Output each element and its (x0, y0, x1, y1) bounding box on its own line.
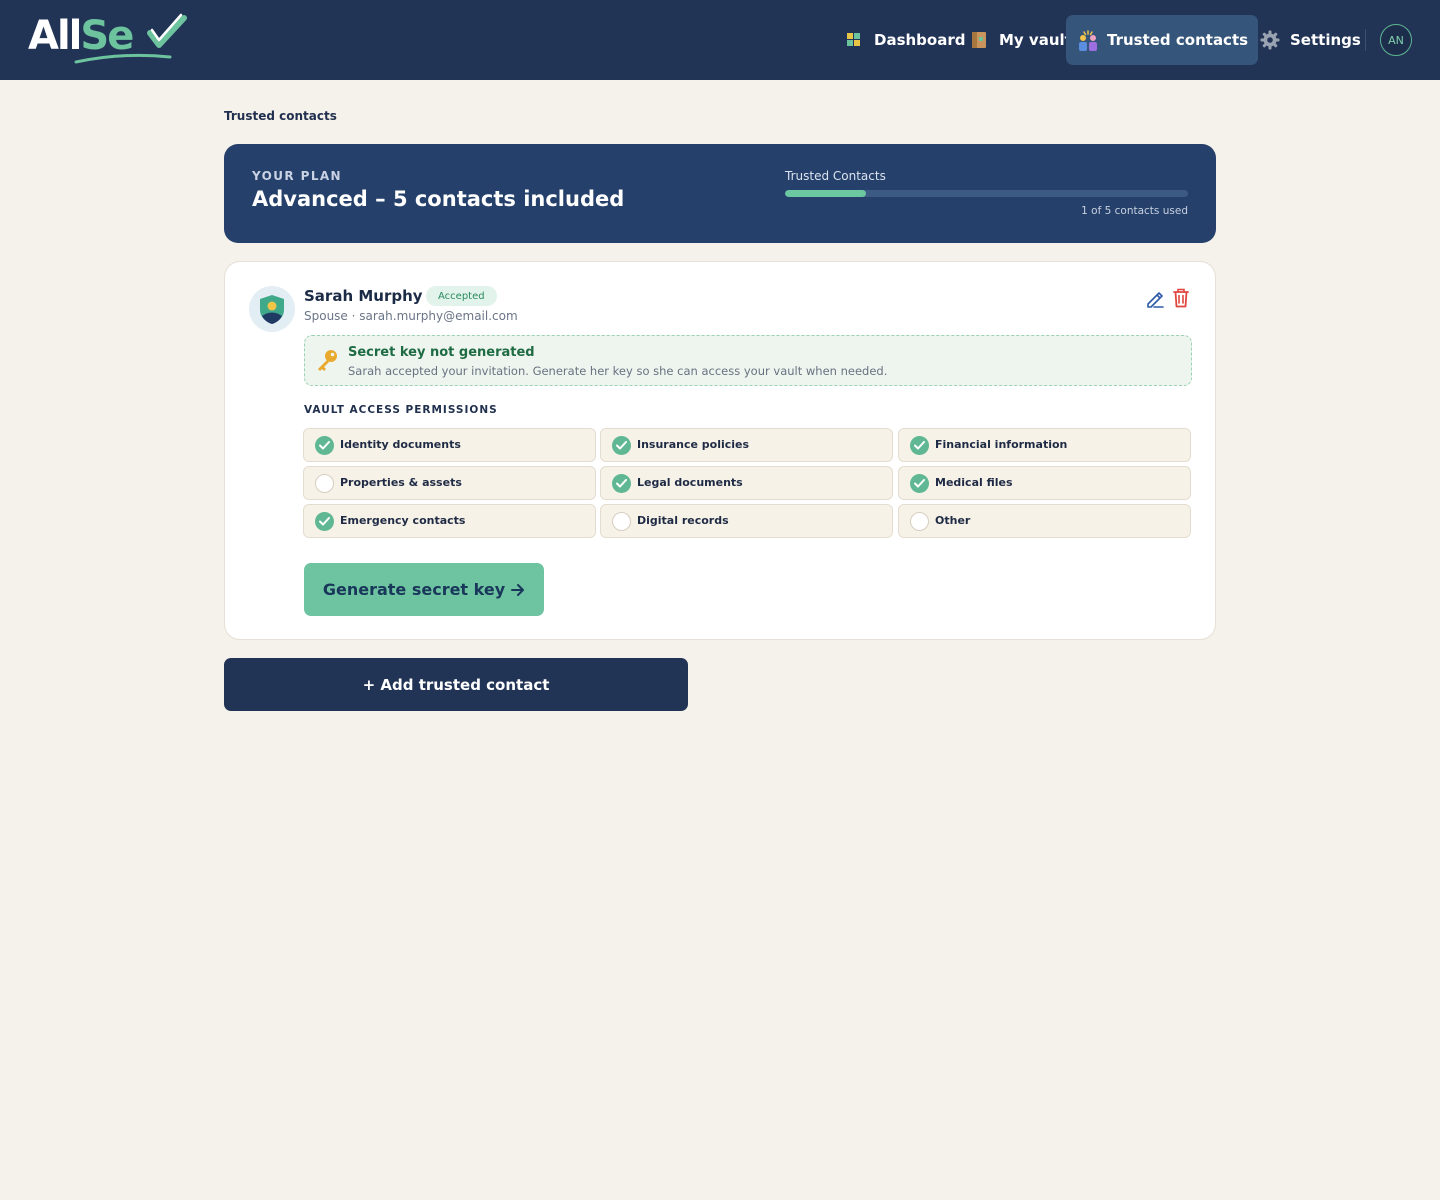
user-avatar[interactable]: AN (1380, 24, 1412, 56)
permission-label: Insurance policies (637, 438, 750, 451)
checkbox-other[interactable] (910, 512, 929, 531)
nav-my-vault[interactable]: My vault (968, 15, 1072, 65)
logo-check-icon (74, 13, 187, 64)
dashboard-icon (843, 29, 865, 51)
top-bar: AllSe Dashboard My vault Trusted contact… (0, 0, 1440, 80)
permission-emergency-contacts[interactable]: Emergency contacts (303, 504, 596, 538)
check-icon (914, 441, 925, 450)
nav-divider (1365, 29, 1366, 51)
permission-label: Other (935, 514, 971, 527)
gear-icon (1259, 29, 1281, 51)
notice-title: Secret key not generated (348, 345, 535, 360)
permission-digital-records[interactable]: Digital records (600, 504, 893, 538)
nav-dashboard-label: Dashboard (874, 31, 966, 49)
permission-label: Financial information (935, 438, 1068, 451)
contact-meta: Spouse · sarah.murphy@email.com (304, 309, 518, 323)
secret-key-notice: Secret key not generated Sarah accepted … (304, 335, 1192, 386)
permission-other[interactable]: Other (898, 504, 1191, 538)
pencil-icon (1147, 292, 1164, 308)
permission-label: Identity documents (340, 438, 461, 451)
check-icon (914, 479, 925, 488)
status-badge: Accepted (426, 286, 497, 306)
vault-icon (968, 29, 990, 51)
permission-properties-assets[interactable]: Properties & assets (303, 466, 596, 500)
edit-contact-button[interactable] (1144, 286, 1166, 310)
allset-logo[interactable]: AllSe (28, 12, 188, 68)
checkbox-digital-records[interactable] (612, 512, 631, 531)
usage-label: Trusted Contacts (785, 169, 886, 183)
trash-icon (1173, 288, 1189, 308)
permission-insurance-policies[interactable]: Insurance policies (600, 428, 893, 462)
nav-settings-label: Settings (1290, 31, 1361, 49)
arrow-right-icon (511, 583, 525, 596)
permission-financial-information[interactable]: Financial information (898, 428, 1191, 462)
contact-card: Sarah Murphy Accepted Spouse · sarah.mur… (224, 261, 1216, 640)
usage-progress-bar (785, 190, 1188, 197)
usage-progress-fill (785, 190, 866, 197)
nav-settings[interactable]: Settings (1259, 15, 1361, 65)
checkbox-legal-documents[interactable] (612, 474, 631, 493)
check-icon (616, 479, 627, 488)
permissions-heading: VAULT ACCESS PERMISSIONS (304, 404, 498, 416)
permission-legal-documents[interactable]: Legal documents (600, 466, 893, 500)
generate-secret-key-label: Generate secret key (322, 580, 506, 599)
permission-label: Properties & assets (340, 476, 462, 489)
key-icon (318, 350, 337, 371)
plan-eyebrow: YOUR PLAN (252, 169, 342, 183)
nav-my-vault-label: My vault (999, 31, 1072, 49)
plan-title: Advanced – 5 contacts included (252, 187, 625, 211)
nav-trusted-contacts-label: Trusted contacts (1107, 31, 1249, 49)
permission-label: Digital records (637, 514, 729, 527)
checkbox-identity-documents[interactable] (315, 436, 334, 455)
generate-secret-key-button[interactable]: Generate secret key (304, 563, 544, 616)
checkbox-properties-assets[interactable] (315, 474, 334, 493)
usage-caption: 1 of 5 contacts used (1081, 205, 1188, 217)
checkbox-financial-information[interactable] (910, 436, 929, 455)
add-trusted-contact-button[interactable]: + Add trusted contact (224, 658, 688, 711)
permission-medical-files[interactable]: Medical files (898, 466, 1191, 500)
trusted-contacts-icon (1076, 29, 1098, 51)
checkbox-medical-files[interactable] (910, 474, 929, 493)
permission-label: Legal documents (637, 476, 743, 489)
check-icon (319, 517, 330, 526)
plan-card: YOUR PLAN Advanced – 5 contacts included… (224, 144, 1216, 243)
contact-name: Sarah Murphy (304, 287, 423, 305)
checkbox-emergency-contacts[interactable] (315, 512, 334, 531)
permission-identity-documents[interactable]: Identity documents (303, 428, 596, 462)
notice-text: Sarah accepted your invitation. Generate… (348, 364, 888, 378)
contact-avatar (249, 286, 295, 332)
breadcrumb: Trusted contacts (224, 109, 337, 123)
nav-dashboard[interactable]: Dashboard (843, 15, 965, 65)
permission-label: Medical files (935, 476, 1013, 489)
shield-avatar-icon (260, 295, 284, 324)
nav-trusted-contacts[interactable]: Trusted contacts (1066, 15, 1259, 65)
permission-label: Emergency contacts (340, 514, 466, 527)
check-icon (319, 441, 330, 450)
checkbox-insurance-policies[interactable] (612, 436, 631, 455)
check-icon (616, 441, 627, 450)
delete-contact-button[interactable] (1170, 286, 1192, 310)
